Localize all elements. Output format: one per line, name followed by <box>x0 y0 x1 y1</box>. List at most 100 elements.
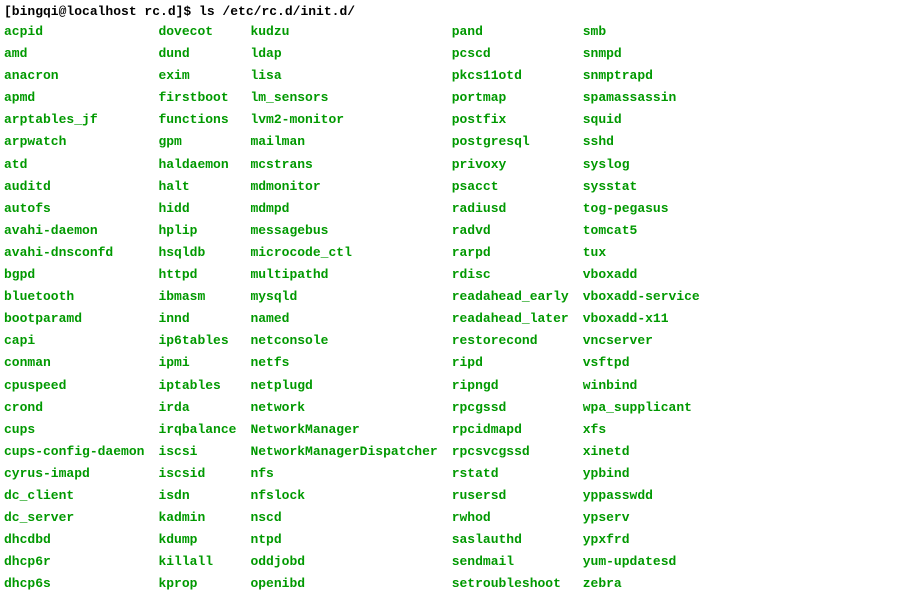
file-entry: mdmonitor <box>250 176 437 198</box>
file-entry: irqbalance <box>158 419 236 441</box>
file-entry: messagebus <box>250 220 437 242</box>
file-entry: oddjobd <box>250 551 437 573</box>
file-entry: innd <box>158 308 236 330</box>
file-entry: amd <box>4 43 144 65</box>
file-entry: kudzu <box>250 21 437 43</box>
file-entry: rdisc <box>452 264 569 286</box>
file-entry: bgpd <box>4 264 144 286</box>
file-entry: exim <box>158 65 236 87</box>
file-entry: yum-updatesd <box>583 551 700 573</box>
ls-output: acpidamdanacronapmdarptables_jfarpwatcha… <box>4 21 910 595</box>
file-entry: readahead_later <box>452 308 569 330</box>
file-entry: tux <box>583 242 700 264</box>
file-entry: ibmasm <box>158 286 236 308</box>
file-entry: acpid <box>4 21 144 43</box>
file-entry: postgresql <box>452 131 569 153</box>
file-entry: lisa <box>250 65 437 87</box>
file-entry: rpcgssd <box>452 397 569 419</box>
column-5: smbsnmpdsnmptrapdspamassassinsquidsshdsy… <box>583 21 700 595</box>
column-2: dovecotdundeximfirstbootfunctionsgpmhald… <box>158 21 236 595</box>
file-entry: sendmail <box>452 551 569 573</box>
file-entry: openibd <box>250 573 437 595</box>
file-entry: kdump <box>158 529 236 551</box>
column-1: acpidamdanacronapmdarptables_jfarpwatcha… <box>4 21 144 595</box>
file-entry: xfs <box>583 419 700 441</box>
file-entry: snmptrapd <box>583 65 700 87</box>
file-entry: vncserver <box>583 330 700 352</box>
file-entry: isdn <box>158 485 236 507</box>
file-entry: mdmpd <box>250 198 437 220</box>
file-entry: nfslock <box>250 485 437 507</box>
file-entry: rarpd <box>452 242 569 264</box>
file-entry: radiusd <box>452 198 569 220</box>
shell-prompt: [bingqi@localhost rc.d]$ ls /etc/rc.d/in… <box>4 4 910 19</box>
file-entry: dhcp6s <box>4 573 144 595</box>
column-3: kudzuldaplisalm_sensorslvm2-monitormailm… <box>250 21 437 595</box>
file-entry: dc_client <box>4 485 144 507</box>
file-entry: snmpd <box>583 43 700 65</box>
file-entry: NetworkManagerDispatcher <box>250 441 437 463</box>
file-entry: dund <box>158 43 236 65</box>
file-entry: smb <box>583 21 700 43</box>
file-entry: cups <box>4 419 144 441</box>
file-entry: rpcidmapd <box>452 419 569 441</box>
file-entry: mysqld <box>250 286 437 308</box>
file-entry: haldaemon <box>158 154 236 176</box>
file-entry: halt <box>158 176 236 198</box>
file-entry: rusersd <box>452 485 569 507</box>
file-entry: ripngd <box>452 375 569 397</box>
file-entry: ldap <box>250 43 437 65</box>
file-entry: microcode_ctl <box>250 242 437 264</box>
file-entry: autofs <box>4 198 144 220</box>
file-entry: hsqldb <box>158 242 236 264</box>
file-entry: mcstrans <box>250 154 437 176</box>
file-entry: ypbind <box>583 463 700 485</box>
file-entry: avahi-dnsconfd <box>4 242 144 264</box>
file-entry: rpcsvcgssd <box>452 441 569 463</box>
file-entry: bluetooth <box>4 286 144 308</box>
file-entry: httpd <box>158 264 236 286</box>
file-entry: vsftpd <box>583 352 700 374</box>
file-entry: hplip <box>158 220 236 242</box>
file-entry: cyrus-imapd <box>4 463 144 485</box>
file-entry: network <box>250 397 437 419</box>
file-entry: portmap <box>452 87 569 109</box>
file-entry: apmd <box>4 87 144 109</box>
file-entry: syslog <box>583 154 700 176</box>
file-entry: pand <box>452 21 569 43</box>
file-entry: setroubleshoot <box>452 573 569 595</box>
file-entry: killall <box>158 551 236 573</box>
file-entry: psacct <box>452 176 569 198</box>
file-entry: dhcp6r <box>4 551 144 573</box>
file-entry: hidd <box>158 198 236 220</box>
file-entry: functions <box>158 109 236 131</box>
file-entry: avahi-daemon <box>4 220 144 242</box>
file-entry: vboxadd <box>583 264 700 286</box>
file-entry: cups-config-daemon <box>4 441 144 463</box>
file-entry: lm_sensors <box>250 87 437 109</box>
file-entry: dc_server <box>4 507 144 529</box>
file-entry: crond <box>4 397 144 419</box>
file-entry: NetworkManager <box>250 419 437 441</box>
file-entry: dhcdbd <box>4 529 144 551</box>
file-entry: arpwatch <box>4 131 144 153</box>
file-entry: bootparamd <box>4 308 144 330</box>
file-entry: sysstat <box>583 176 700 198</box>
file-entry: firstboot <box>158 87 236 109</box>
column-4: pandpcscdpkcs11otdportmappostfixpostgres… <box>452 21 569 595</box>
file-entry: iptables <box>158 375 236 397</box>
file-entry: ip6tables <box>158 330 236 352</box>
file-entry: privoxy <box>452 154 569 176</box>
file-entry: nscd <box>250 507 437 529</box>
file-entry: wpa_supplicant <box>583 397 700 419</box>
file-entry: nfs <box>250 463 437 485</box>
file-entry: conman <box>4 352 144 374</box>
file-entry: auditd <box>4 176 144 198</box>
file-entry: netfs <box>250 352 437 374</box>
file-entry: yppasswdd <box>583 485 700 507</box>
file-entry: squid <box>583 109 700 131</box>
file-entry: postfix <box>452 109 569 131</box>
file-entry: cpuspeed <box>4 375 144 397</box>
file-entry: mailman <box>250 131 437 153</box>
file-entry: restorecond <box>452 330 569 352</box>
